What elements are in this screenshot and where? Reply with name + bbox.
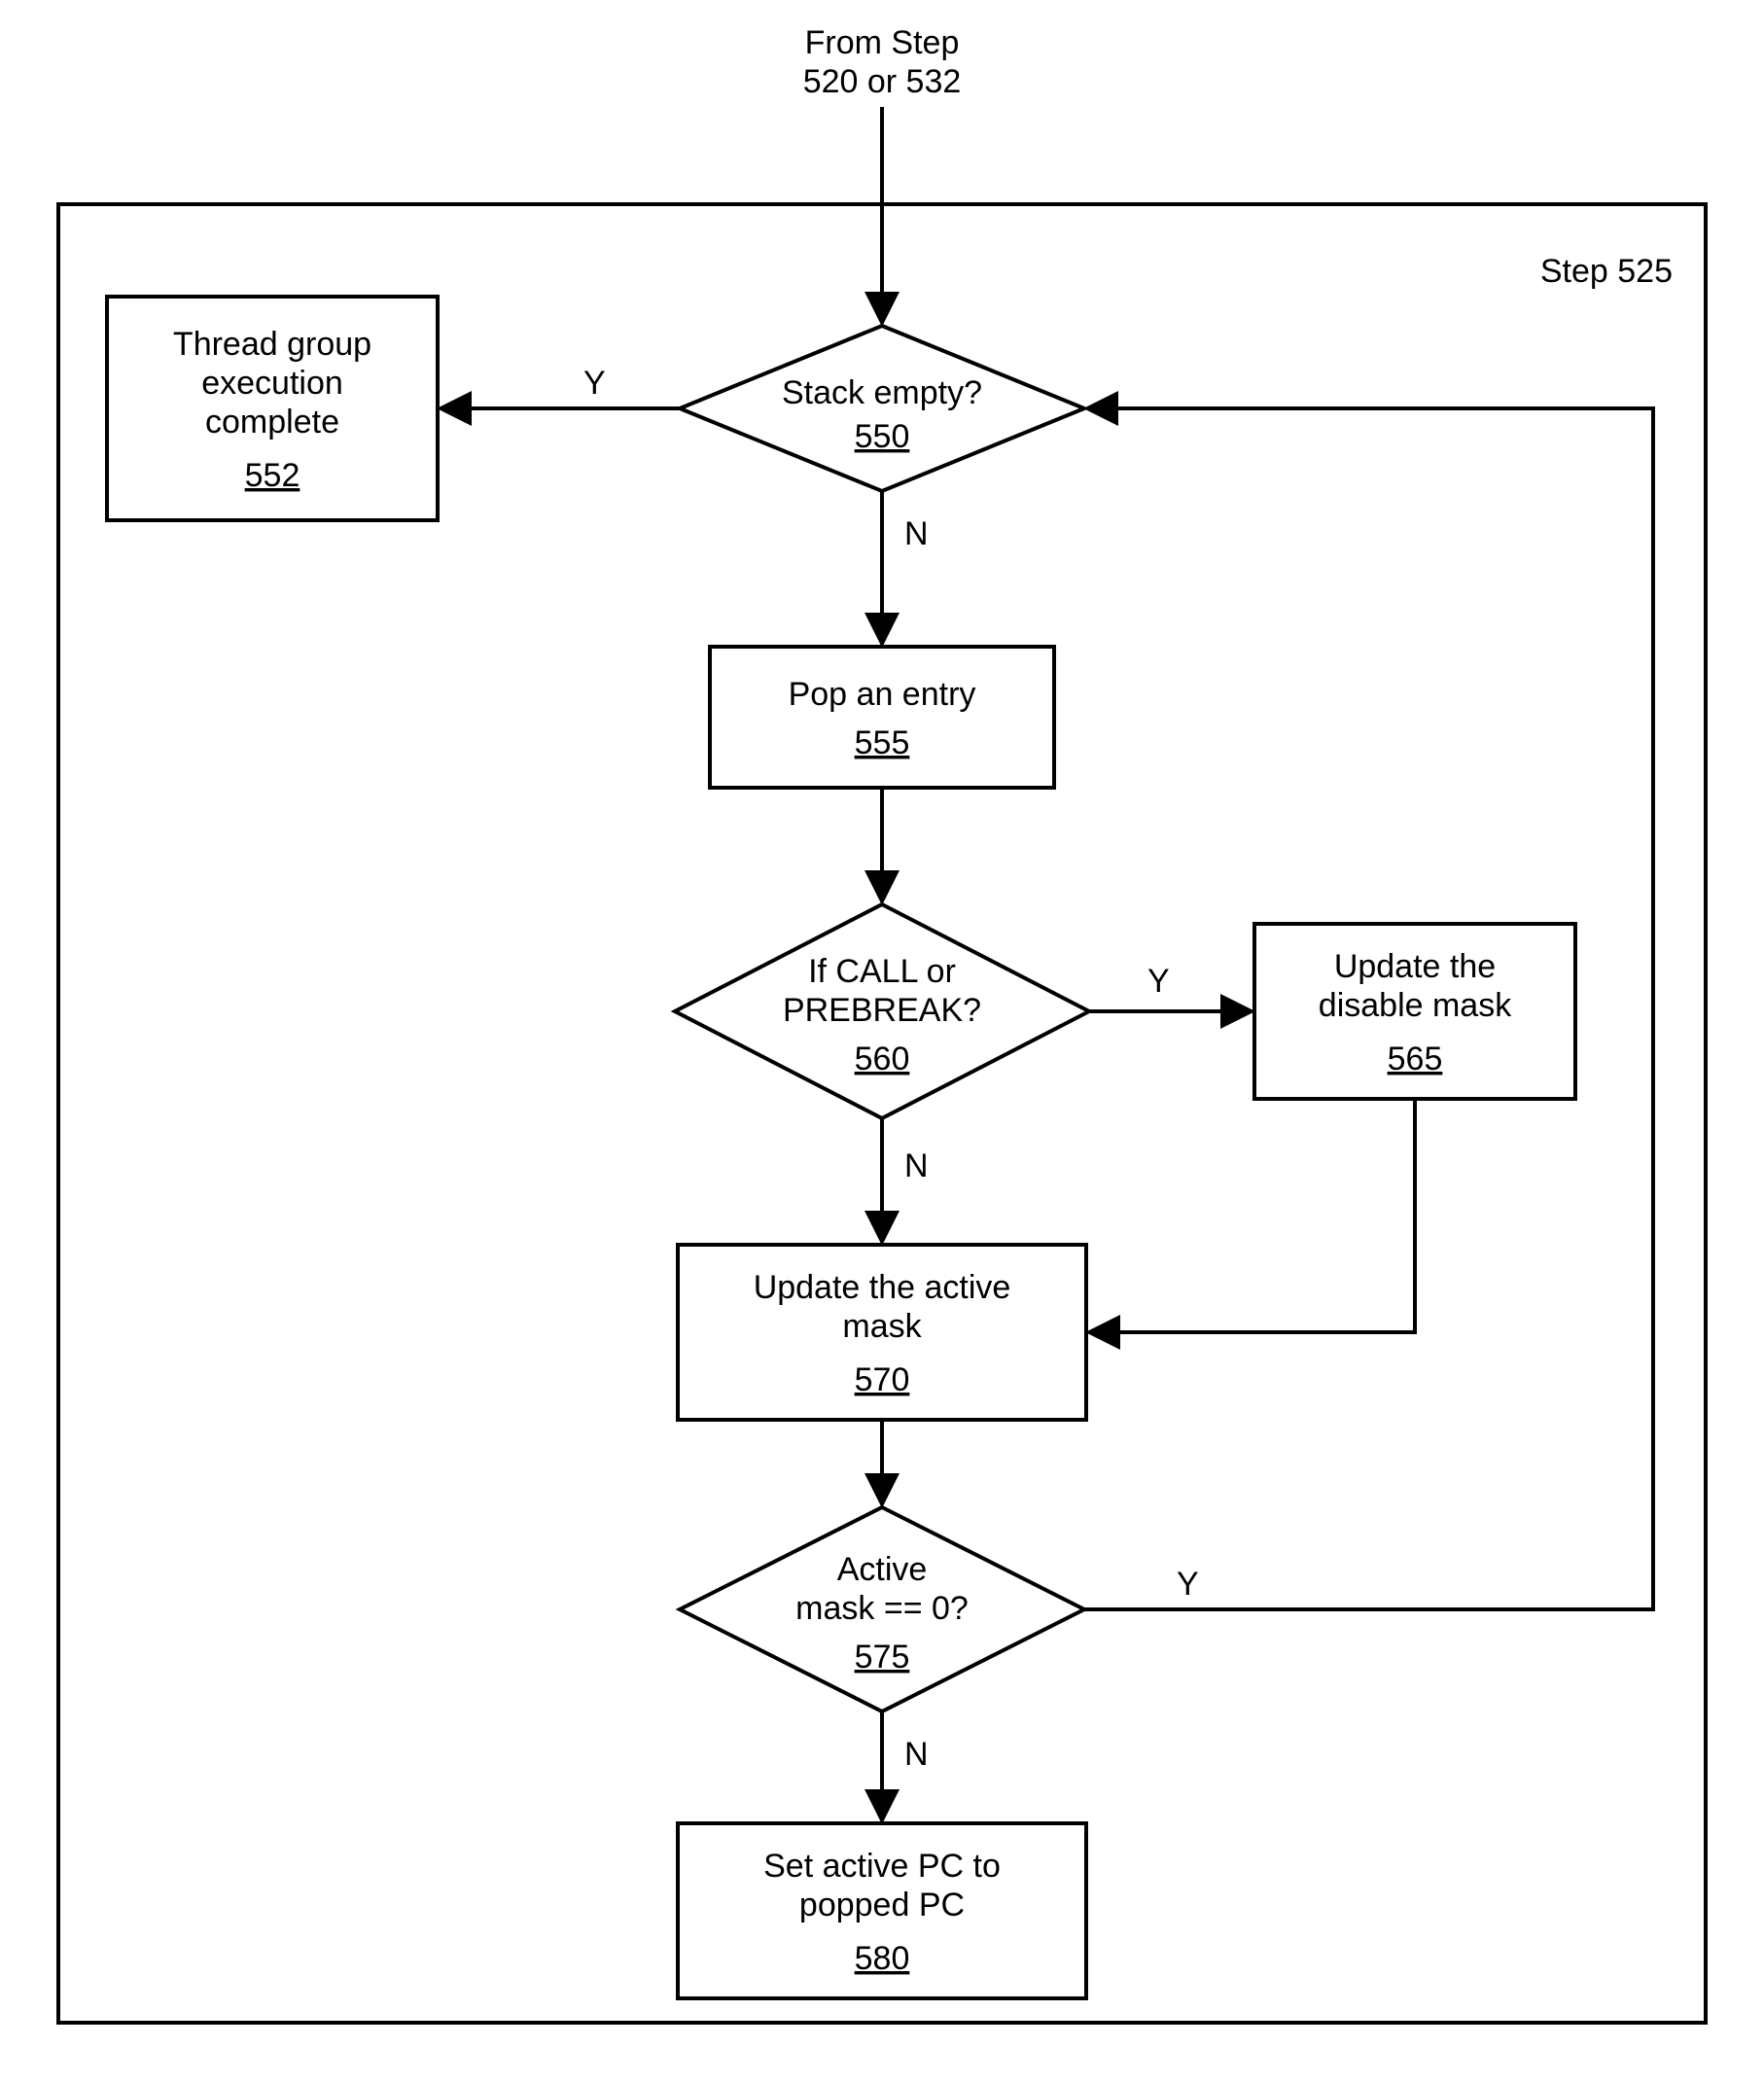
process-update-disable-mask: Update the disable mask 565 (1254, 924, 1575, 1099)
n565-ref: 565 (1388, 1041, 1443, 1077)
n565-line2: disable mask (1319, 987, 1512, 1024)
n570-line2: mask (842, 1308, 922, 1345)
n580-line1: Set active PC to (763, 1848, 1001, 1885)
terminal-execution-complete: Thread group execution complete 552 (107, 297, 438, 520)
n575-ref: 575 (855, 1639, 910, 1676)
n552-line2: execution (201, 365, 343, 402)
label-575-Y: Y (1177, 1566, 1199, 1603)
n575-line1: Active (837, 1551, 928, 1588)
n552-line1: Thread group (173, 326, 371, 363)
n575-line2: mask == 0? (795, 1590, 969, 1627)
label-560-Y: Y (1147, 963, 1170, 1000)
label-575-N: N (904, 1736, 929, 1773)
entry-label-line2: 520 or 532 (803, 63, 962, 100)
n555-text: Pop an entry (789, 676, 976, 713)
label-550-Y: Y (583, 365, 606, 402)
n570-ref: 570 (855, 1361, 910, 1398)
n560-ref: 560 (855, 1041, 910, 1077)
frame-label: Step 525 (1540, 253, 1673, 290)
n560-line2: PREBREAK? (783, 992, 981, 1029)
n555-ref: 555 (855, 724, 910, 761)
n552-line3: complete (205, 404, 339, 441)
process-pop-entry: Pop an entry 555 (710, 647, 1054, 788)
n550-ref: 550 (855, 418, 910, 455)
n580-ref: 580 (855, 1940, 910, 1977)
n550-text: Stack empty? (782, 374, 982, 411)
entry-label: From Step 520 or 532 (803, 24, 962, 100)
n570-line1: Update the active (754, 1269, 1011, 1306)
entry-label-line1: From Step (805, 24, 960, 61)
label-560-N: N (904, 1147, 929, 1184)
label-550-N: N (904, 515, 929, 552)
n560-line1: If CALL or (808, 953, 956, 990)
n565-line1: Update the (1334, 948, 1496, 985)
n552-ref: 552 (245, 457, 300, 494)
process-update-active-mask: Update the active mask 570 (678, 1245, 1086, 1420)
n580-line2: popped PC (799, 1887, 965, 1923)
process-set-active-pc: Set active PC to popped PC 580 (678, 1823, 1086, 1998)
